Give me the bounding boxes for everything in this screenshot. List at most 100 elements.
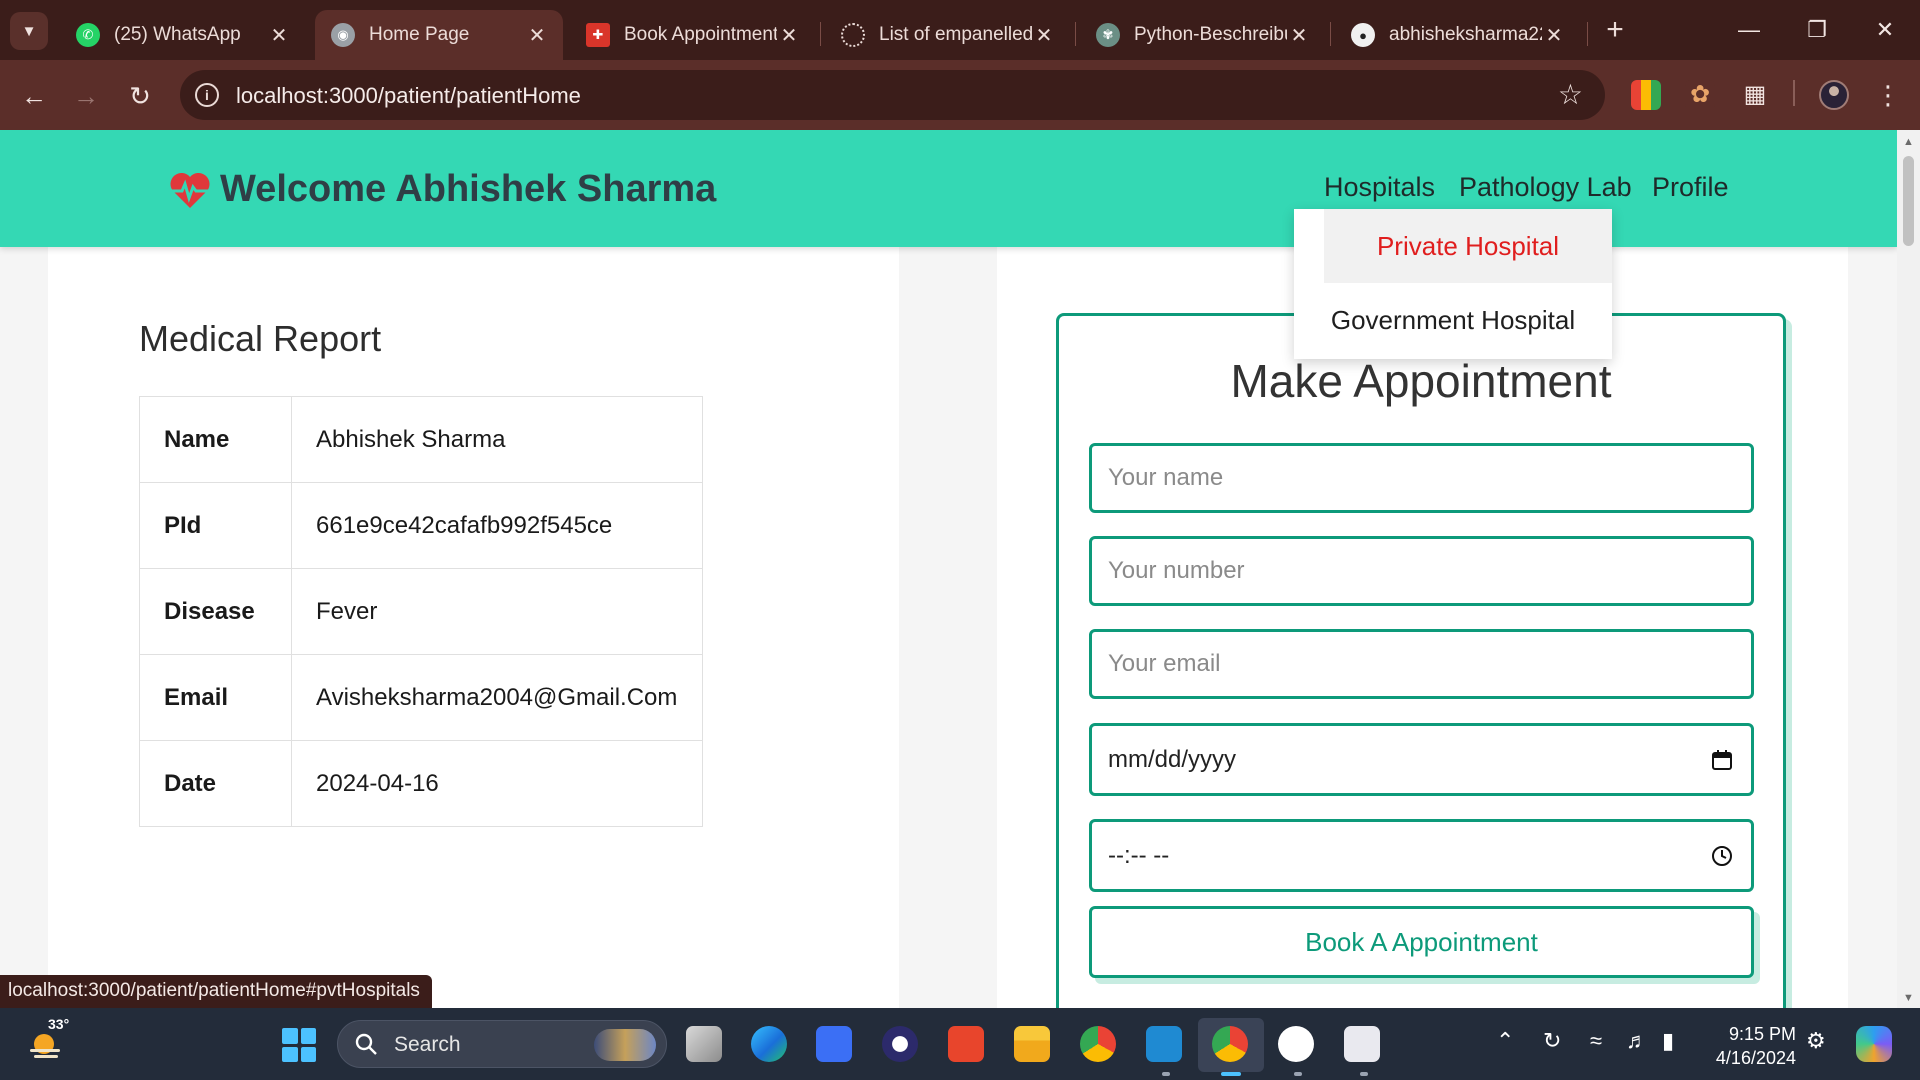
dropdown-item-government-hospital[interactable]: Government Hospital	[1294, 283, 1612, 357]
site-info-icon[interactable]: i	[195, 83, 219, 107]
wps-office-icon[interactable]	[948, 1026, 984, 1062]
bookmark-star-icon[interactable]: ☆	[1558, 78, 1583, 111]
taskbar: 33° Search ⌃ ↻ ≈ ♬ ▮ 9:15 PM 4/16/2024 ⚙	[0, 1008, 1920, 1080]
nav-pathology-lab[interactable]: Pathology Lab	[1459, 172, 1632, 203]
profile-avatar[interactable]	[1819, 80, 1849, 110]
browser-toolbar: ← → ↻ i localhost:3000/patient/patientHo…	[0, 60, 1920, 130]
search-icon	[355, 1033, 377, 1055]
windows-logo-quad	[300, 1046, 316, 1062]
start-button[interactable]	[282, 1028, 316, 1062]
vscode-icon[interactable]	[1146, 1026, 1182, 1062]
weather-temp: 33°	[48, 1016, 70, 1032]
close-window-icon[interactable]: ✕	[1865, 12, 1905, 48]
markdown-app-icon[interactable]	[816, 1026, 852, 1062]
time-input[interactable]: --:-- --	[1089, 819, 1754, 892]
weather-widget[interactable]: 33°	[26, 1016, 69, 1064]
close-tab-icon[interactable]: ✕	[525, 23, 549, 48]
address-bar[interactable]: i localhost:3000/patient/patientHome ☆	[180, 70, 1605, 120]
tab-separator	[820, 22, 821, 46]
row-key: Date	[139, 740, 292, 827]
tab-search-button[interactable]: ▼	[10, 12, 48, 50]
running-indicator	[1294, 1072, 1302, 1076]
forward-arrow-icon[interactable]: →	[66, 76, 106, 116]
edge-icon[interactable]	[751, 1026, 787, 1062]
globe-icon: ◉	[331, 23, 355, 47]
openai-icon: ✾	[1096, 23, 1120, 47]
sync-icon[interactable]: ↻	[1543, 1028, 1561, 1054]
date-input[interactable]: mm/dd/yyyy	[1089, 723, 1754, 796]
email-input[interactable]: Your email	[1089, 629, 1754, 699]
restore-icon[interactable]: ❐	[1797, 12, 1837, 48]
close-tab-icon[interactable]: ✕	[777, 23, 801, 48]
close-tab-icon[interactable]: ✕	[1542, 23, 1566, 48]
brand[interactable]: Welcome Abhishek Sharma	[168, 168, 716, 211]
extensions-puzzle-icon[interactable]: ▦	[1740, 80, 1770, 110]
extension-colorful-icon[interactable]	[1631, 80, 1661, 110]
tab-github[interactable]: ● abhisheksharma22 ✕	[1335, 10, 1580, 60]
clock-icon[interactable]	[1711, 845, 1733, 867]
page-scrollbar[interactable]: ▲ ▼	[1897, 130, 1920, 1008]
battery-icon[interactable]: ▮	[1662, 1028, 1674, 1054]
book-appointment-icon: ✚	[586, 23, 610, 47]
windows-logo-quad	[282, 1028, 298, 1044]
name-input[interactable]: Your name	[1089, 443, 1754, 513]
notification-bell-icon[interactable]: ⚙	[1806, 1028, 1826, 1054]
chrome-icon[interactable]	[1080, 1026, 1116, 1062]
eclipse-icon[interactable]	[882, 1026, 918, 1062]
back-arrow-icon[interactable]: ←	[14, 76, 54, 116]
scroll-down-icon[interactable]: ▼	[1903, 992, 1914, 1004]
medical-report-table: Name Abhishek Sharma PId 661e9ce42cafafb…	[139, 396, 703, 827]
task-view-icon[interactable]	[686, 1026, 722, 1062]
tab-separator	[1330, 22, 1331, 46]
appointment-title: Make Appointment	[1230, 355, 1612, 407]
nav-profile[interactable]: Profile	[1652, 172, 1729, 203]
taskbar-clock[interactable]: 9:15 PM 4/16/2024	[1712, 1022, 1796, 1070]
volume-icon[interactable]: ♬	[1626, 1028, 1648, 1054]
row-value: 2024-04-16	[291, 740, 703, 827]
wifi-icon[interactable]: ≈	[1590, 1028, 1602, 1054]
table-row: Date 2024-04-16	[139, 740, 703, 827]
file-explorer-icon[interactable]	[1014, 1026, 1050, 1062]
row-value: Abhishek Sharma	[291, 396, 703, 483]
chrome-profile-icon[interactable]	[1212, 1026, 1248, 1062]
whatsapp-icon: ✆	[76, 23, 100, 47]
more-menu-icon[interactable]: ⋮	[1875, 78, 1901, 112]
chevron-up-icon[interactable]: ⌃	[1496, 1028, 1514, 1054]
tab-whatsapp[interactable]: ✆ (25) WhatsApp ✕	[60, 10, 305, 60]
snipping-tool-icon[interactable]	[1344, 1026, 1380, 1062]
github-icon: ●	[1351, 23, 1375, 47]
close-tab-icon[interactable]: ✕	[1287, 23, 1311, 48]
tab-home-page[interactable]: ◉ Home Page ✕	[315, 10, 563, 60]
minimize-icon[interactable]: —	[1729, 12, 1769, 48]
nav-hospitals[interactable]: Hospitals	[1324, 172, 1435, 203]
table-row: Name Abhishek Sharma	[139, 396, 703, 483]
row-key: Disease	[139, 568, 292, 655]
reload-icon[interactable]: ↻	[120, 76, 160, 116]
taskbar-search[interactable]: Search	[337, 1020, 667, 1068]
close-tab-icon[interactable]: ✕	[267, 23, 291, 48]
toolbar-divider	[1793, 80, 1795, 106]
chevron-down-icon: ▼	[21, 22, 37, 40]
copilot-icon[interactable]	[1856, 1026, 1892, 1062]
tab-empanelled-list[interactable]: List of empanelled ✕	[825, 10, 1070, 60]
scrollbar-thumb[interactable]	[1903, 156, 1914, 246]
mongodb-compass-icon[interactable]	[1278, 1026, 1314, 1062]
new-tab-button[interactable]: +	[1600, 15, 1630, 46]
dropdown-item-private-hospital[interactable]: Private Hospital	[1324, 209, 1612, 283]
url-text[interactable]: localhost:3000/patient/patientHome	[236, 83, 581, 109]
browser-tab-strip: ▼ ✆ (25) WhatsApp ✕ ◉ Home Page ✕ ✚ Book…	[0, 0, 1920, 60]
book-appointment-button[interactable]: Book A Appointment	[1089, 906, 1754, 978]
cookie-icon[interactable]: ✿	[1685, 80, 1715, 110]
calendar-icon[interactable]	[1711, 749, 1733, 771]
number-input[interactable]: Your number	[1089, 536, 1754, 606]
scroll-up-icon[interactable]: ▲	[1903, 136, 1914, 148]
row-key: Name	[139, 396, 292, 483]
row-value: Fever	[291, 568, 703, 655]
row-key: PId	[139, 482, 292, 569]
row-key: Email	[139, 654, 292, 741]
row-value: Avisheksharma2004@Gmail.Com	[291, 654, 703, 741]
tab-python[interactable]: ✾ Python-Beschreibung ✕	[1080, 10, 1325, 60]
close-tab-icon[interactable]: ✕	[1032, 23, 1056, 48]
table-row: Disease Fever	[139, 568, 703, 655]
tab-book-appointment[interactable]: ✚ Book Appointment ✕	[570, 10, 815, 60]
